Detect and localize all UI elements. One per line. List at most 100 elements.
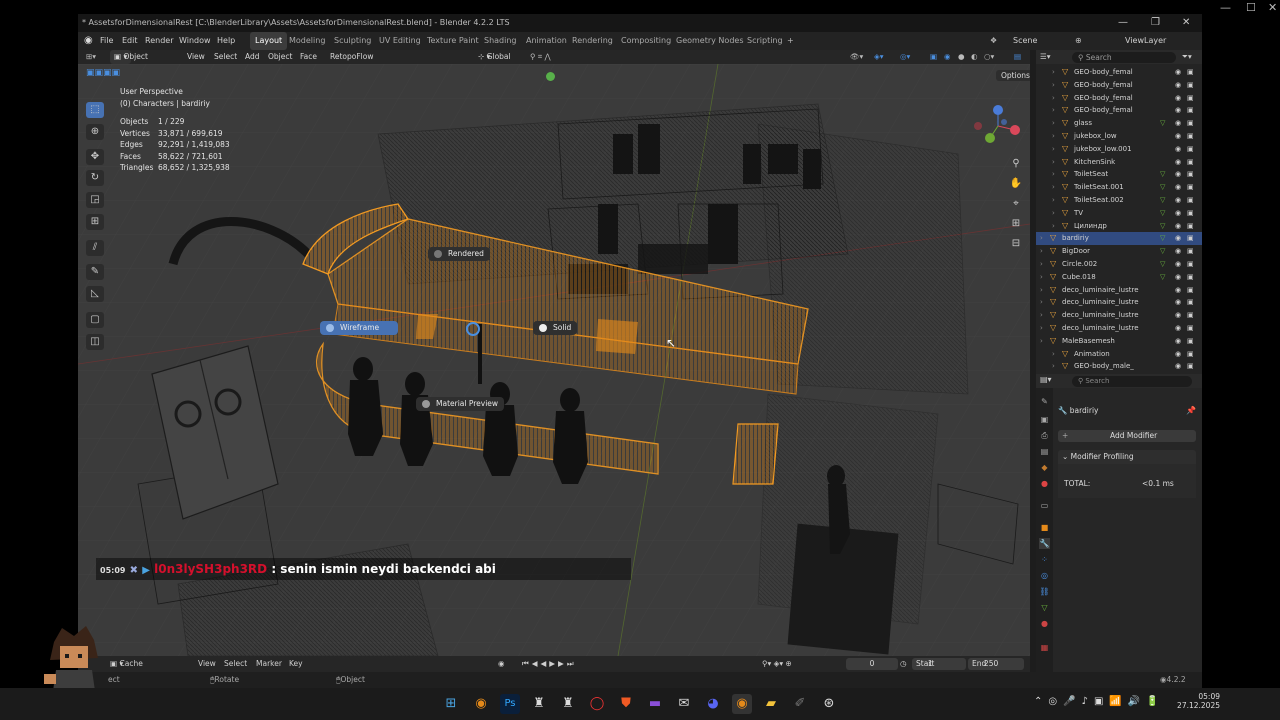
draw-tool-icon[interactable]: ✎ — [86, 264, 104, 280]
expand-chevron-icon[interactable]: › — [1040, 258, 1043, 271]
outliner-row[interactable]: › ▽ ToiletSeat.001 ▽ ◉ ▣ — [1036, 181, 1202, 194]
filter-icon[interactable]: ⏷▾ — [1182, 50, 1192, 64]
eye-icon[interactable]: ◉ — [1175, 309, 1181, 322]
outliner-row[interactable]: › ▽ deco_luminaire_lustre ◉ ▣ — [1036, 284, 1202, 297]
add-workspace-button[interactable]: + — [787, 32, 794, 50]
camera-view-icon[interactable]: ⌖ — [1008, 196, 1024, 212]
render-camera-icon[interactable]: ▣ — [1187, 335, 1194, 348]
expand-chevron-icon[interactable]: › — [1052, 207, 1055, 220]
outliner-row[interactable]: › ▽ Circle.002 ▽ ◉ ▣ — [1036, 258, 1202, 271]
output-tab-icon[interactable]: ⎙ — [1039, 430, 1050, 441]
expand-chevron-icon[interactable]: › — [1052, 168, 1055, 181]
render-camera-icon[interactable]: ▣ — [1187, 92, 1194, 105]
eye-icon[interactable]: ◉ — [1175, 194, 1181, 207]
scene-tab-icon[interactable]: ◆ — [1039, 462, 1050, 473]
outliner-row[interactable]: › ▽ GEO-body_femal ◉ ▣ — [1036, 66, 1202, 79]
expand-chevron-icon[interactable]: › — [1052, 181, 1055, 194]
texture-tab-icon[interactable]: ▦ — [1039, 642, 1050, 653]
render-camera-icon[interactable]: ▣ — [1187, 168, 1194, 181]
start-frame-field[interactable]: Start 1 — [912, 658, 966, 670]
eye-icon[interactable]: ◉ — [1175, 130, 1181, 143]
render-camera-icon[interactable]: ▣ — [1187, 207, 1194, 220]
menu-render[interactable]: Render — [145, 32, 173, 50]
discord-app-icon[interactable]: ◕ — [703, 694, 723, 714]
outliner-row[interactable]: › ▽ GEO-body_femal ◉ ▣ — [1036, 79, 1202, 92]
outliner-row[interactable]: › ▽ Cube.018 ▽ ◉ ▣ — [1036, 271, 1202, 284]
pie-material-preview-button[interactable]: Material Preview — [416, 397, 505, 411]
end-frame-field[interactable]: End 250 — [968, 658, 1024, 670]
physics-tab-icon[interactable]: ◎ — [1039, 570, 1050, 581]
app-icon[interactable]: ♜ — [529, 694, 549, 714]
expand-chevron-icon[interactable]: › — [1052, 143, 1055, 156]
outliner-search-input[interactable]: ⚲ Search — [1072, 51, 1176, 63]
outliner-row[interactable]: › ▽ ToiletSeat.002 ▽ ◉ ▣ — [1036, 194, 1202, 207]
render-camera-icon[interactable]: ▣ — [1187, 309, 1194, 322]
menu-select[interactable]: Select — [214, 50, 237, 64]
menu-retopoflow[interactable]: RetopoFlow — [330, 50, 374, 64]
expand-chevron-icon[interactable]: › — [1040, 271, 1043, 284]
expand-chevron-icon[interactable]: › — [1040, 309, 1043, 322]
extrude-tool-icon[interactable]: ◫ — [86, 334, 104, 350]
eye-icon[interactable]: ◉ — [1175, 360, 1181, 373]
sidebar-toggle-icon[interactable]: ▤ — [1014, 50, 1021, 64]
expand-chevron-icon[interactable]: › — [1052, 156, 1055, 169]
3d-viewport[interactable]: User Perspective (0) Characters | bardir… — [78, 64, 1030, 656]
outliner-row[interactable]: › ▽ deco_luminaire_lustre ◉ ▣ — [1036, 309, 1202, 322]
blender-active-icon[interactable]: ◉ — [732, 694, 752, 714]
render-camera-icon[interactable]: ▣ — [1187, 271, 1194, 284]
eye-icon[interactable]: ◉ — [1175, 220, 1181, 233]
eye-icon[interactable]: ◉ — [1175, 271, 1181, 284]
eye-icon[interactable]: ◉ — [1175, 143, 1181, 156]
expand-chevron-icon[interactable]: › — [1052, 117, 1055, 130]
eye-icon[interactable]: ◉ — [1175, 322, 1181, 335]
minimize-icon[interactable]: — — [1118, 14, 1128, 32]
rendered-shading-icon[interactable]: ○▾ — [984, 50, 994, 64]
render-camera-icon[interactable]: ▣ — [1187, 66, 1194, 79]
eye-icon[interactable]: ◉ — [1175, 258, 1181, 271]
pie-solid-button[interactable]: Solid — [533, 321, 578, 335]
xray-toggle-icon[interactable]: ▣ — [930, 50, 937, 64]
solid-shading-icon[interactable]: ● — [958, 50, 965, 64]
expand-chevron-icon[interactable]: › — [1040, 232, 1043, 245]
transform-tool-icon[interactable]: ⊞ — [86, 214, 104, 230]
select-mode-icons[interactable]: ▣▣▣▣ — [86, 68, 120, 78]
eye-icon[interactable]: ◉ — [1175, 79, 1181, 92]
move-tool-icon[interactable]: ✥ — [86, 149, 104, 165]
outliner-row[interactable]: › ▽ BigDoor ▽ ◉ ▣ — [1036, 245, 1202, 258]
close-icon[interactable]: ✕ — [1268, 1, 1277, 14]
maximize-icon[interactable]: ❐ — [1151, 14, 1160, 32]
current-frame-field[interactable]: 0 — [846, 658, 898, 670]
menu-edit[interactable]: Edit — [122, 32, 138, 50]
snap-icon[interactable]: ⚲ ⌗ ⋀ — [530, 50, 551, 64]
editor-type-icon[interactable]: ⊞▾ — [86, 50, 96, 64]
material-tab-icon[interactable]: ● — [1039, 618, 1050, 629]
render-camera-icon[interactable]: ▣ — [1187, 194, 1194, 207]
render-camera-icon[interactable]: ▣ — [1187, 322, 1194, 335]
eye-icon[interactable]: ◉ — [1175, 66, 1181, 79]
view-layer-tab-icon[interactable]: ▤ — [1039, 446, 1050, 457]
render-camera-icon[interactable]: ▣ — [1187, 143, 1194, 156]
expand-chevron-icon[interactable]: › — [1052, 130, 1055, 143]
render-camera-icon[interactable]: ▣ — [1187, 79, 1194, 92]
tab-layout[interactable]: Layout — [250, 32, 288, 50]
outliner-row[interactable]: › ▽ GEO-body_femal ◉ ▣ — [1036, 92, 1202, 105]
clock[interactable]: 05:09 27.12.2025 — [1168, 692, 1220, 710]
expand-chevron-icon[interactable]: › — [1052, 66, 1055, 79]
close-icon[interactable]: ✕ — [1182, 14, 1190, 32]
pin-icon[interactable]: 📌 — [1186, 406, 1196, 415]
filter-icon[interactable]: ⚲▾ ◈▾ ⊕ — [762, 656, 792, 672]
eye-icon[interactable]: ◉ — [1175, 348, 1181, 361]
render-camera-icon[interactable]: ▣ — [1187, 245, 1194, 258]
menu-object[interactable]: Object — [268, 50, 292, 64]
pie-rendered-button[interactable]: Rendered — [428, 247, 490, 261]
overlay-toggle-icon[interactable]: ◎▾ — [900, 50, 910, 64]
render-tab-icon[interactable]: ▣ — [1039, 414, 1050, 425]
add-cube-tool-icon[interactable]: ▢ — [86, 312, 104, 328]
expand-chevron-icon[interactable]: › — [1040, 322, 1043, 335]
start-icon[interactable]: ⊞ — [441, 694, 461, 714]
eye-icon[interactable]: ◉ — [1175, 168, 1181, 181]
tab-compositing[interactable]: Compositing — [621, 32, 671, 50]
outliner-row[interactable]: › ▽ MaleBasemesh ◉ ▣ — [1036, 335, 1202, 348]
opera-app-icon[interactable]: ◯ — [587, 694, 607, 714]
view-layer-selector[interactable]: ViewLayer — [1125, 32, 1166, 50]
